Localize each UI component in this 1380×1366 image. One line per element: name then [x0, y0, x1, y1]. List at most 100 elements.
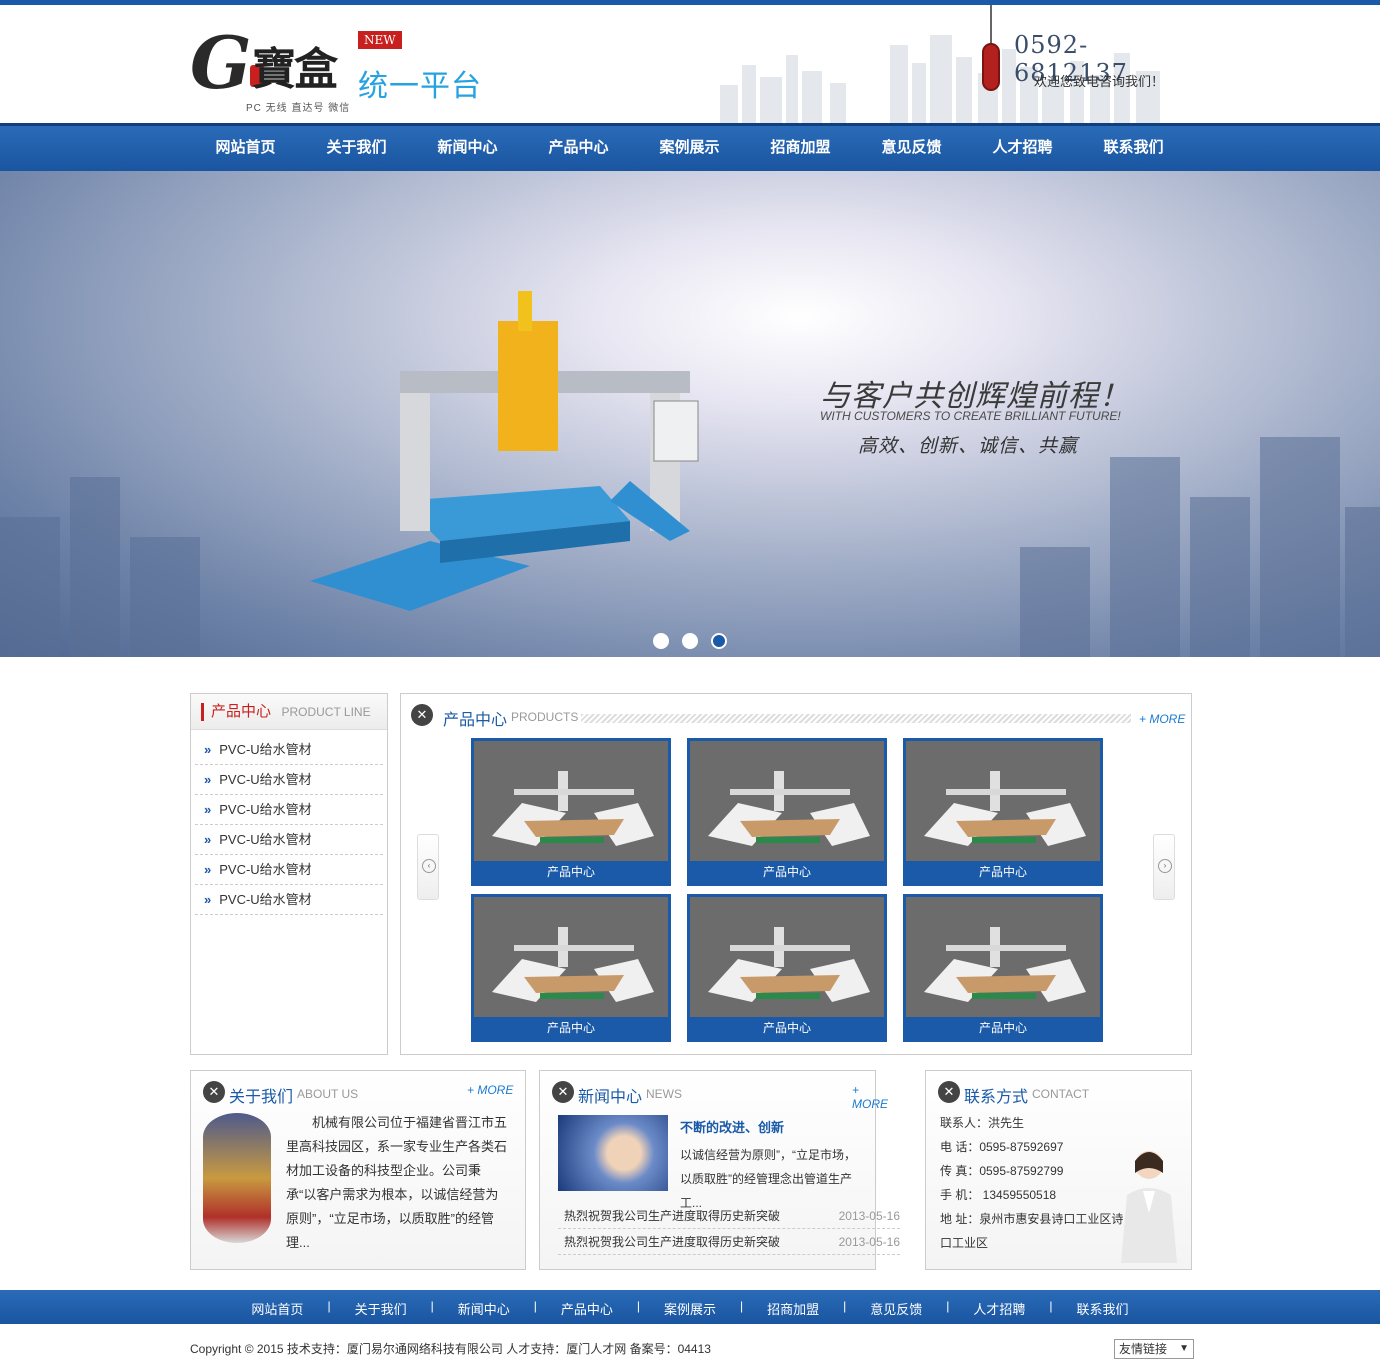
sidebar-item[interactable]: » PVC-U给水管材: [195, 855, 383, 885]
product-caption: 产品中心: [546, 865, 595, 879]
footer-separator: |: [327, 1299, 331, 1313]
nav-jobs[interactable]: 人才招聘: [967, 126, 1078, 170]
new-badge: NEW: [358, 31, 402, 49]
contact-fax: 传 真：0595-87592799: [940, 1164, 1064, 1178]
slide-dot-1[interactable]: [653, 633, 669, 649]
sidebar-item-label: PVC-U给水管材: [219, 892, 312, 907]
stone-cutting-machine-image: [310, 291, 699, 611]
product-caption: 产品中心: [762, 865, 811, 879]
product-card[interactable]: 产品中心: [471, 738, 671, 886]
product-image: [474, 741, 668, 861]
footer-nav-jobs[interactable]: 人才招聘: [973, 1299, 1025, 1318]
site-logo[interactable]: G 寶盒 NEW 统一平台 PC 无线 直达号 微信: [190, 23, 490, 115]
product-image: [906, 897, 1100, 1017]
news-item-date: 2013-05-16: [838, 1209, 900, 1223]
logo-subtitle: PC 无线 直达号 微信: [246, 103, 351, 114]
news-title: 新闻中心: [578, 1089, 643, 1106]
footer-nav-products[interactable]: 产品中心: [561, 1299, 613, 1318]
copyright-text: Copyright © 2015 技术支持：厦门易尔通网络科技有限公司 人才支持…: [190, 1342, 711, 1356]
sidebar-list: » PVC-U给水管材 » PVC-U给水管材 » PVC-U给水管材 » PVC-U给…: [191, 730, 387, 915]
info-boxes: ✕ 关于我们 ABOUT US + MORE 机械有限公司位于福建省晋江市五里高…: [190, 1070, 1192, 1270]
product-card[interactable]: 产品中心: [903, 894, 1103, 1042]
news-box: ✕ 新闻中心 NEWS + MORE 不断的改进、创新 以诚信经营为原则”，“立…: [539, 1070, 900, 1270]
products-title: 产品中心: [443, 712, 508, 729]
featured-news-title[interactable]: 不断的改进、创新: [680, 1117, 784, 1136]
product-card[interactable]: 产品中心: [471, 894, 671, 1042]
contact-mobile: 手 机： 13459550518: [940, 1188, 1057, 1202]
nav-news[interactable]: 新闻中心: [412, 126, 523, 170]
contact-tel: 电 话：0595-87592697: [940, 1140, 1064, 1154]
main-nav: 网站首页 关于我们 新闻中心 产品中心 案例展示 招商加盟 意见反馈 人才招聘 …: [0, 123, 1380, 171]
nav-contact[interactable]: 联系我们: [1078, 126, 1189, 170]
nav-home[interactable]: 网站首页: [190, 126, 301, 170]
nav-about[interactable]: 关于我们: [301, 126, 412, 170]
contact-box: ✕ 联系方式 CONTACT 联系人：洪先生 电 话：0595-87592697…: [925, 1070, 1192, 1270]
product-card[interactable]: 产品中心: [903, 738, 1103, 886]
footer-nav-news[interactable]: 新闻中心: [458, 1299, 510, 1318]
contact-person: 联系人：洪先生: [940, 1116, 1025, 1130]
sidebar-item-label: PVC-U给水管材: [219, 832, 312, 847]
double-chevron-icon: »: [204, 862, 212, 877]
scroll-left-button[interactable]: ‹: [417, 834, 439, 900]
footer-nav-home[interactable]: 网站首页: [251, 1299, 303, 1318]
sidebar-item[interactable]: » PVC-U给水管材: [195, 795, 383, 825]
sidebar-item[interactable]: » PVC-U给水管材: [195, 735, 383, 765]
chevron-right-icon: ›: [1158, 859, 1172, 873]
sidebar-item-label: PVC-U给水管材: [219, 772, 312, 787]
footer-separator: |: [430, 1299, 434, 1313]
friend-links-select[interactable]: 友情链接 ▼: [1114, 1339, 1194, 1359]
slide-dot-3[interactable]: [711, 633, 727, 649]
product-showcase: ✕ 产品中心 PRODUCTS + MORE ‹ › 产品中心 产品中心 产品中…: [400, 693, 1192, 1055]
product-image: [690, 897, 884, 1017]
about-title-en: ABOUT US: [297, 1087, 359, 1101]
product-card[interactable]: 产品中心: [687, 738, 887, 886]
news-item[interactable]: 热烈祝贺我公司生产进度取得历史新突破 2013-05-16: [558, 1203, 900, 1229]
footer-nav-cases[interactable]: 案例展示: [664, 1299, 716, 1318]
footer-separator: |: [946, 1299, 950, 1313]
sidebar-item[interactable]: » PVC-U给水管材: [195, 885, 383, 915]
slide-dot-2[interactable]: [682, 633, 698, 649]
about-box: ✕ 关于我们 ABOUT US + MORE 机械有限公司位于福建省晋江市五里高…: [190, 1070, 526, 1270]
nav-products[interactable]: 产品中心: [523, 126, 634, 170]
tools-icon: ✕: [203, 1081, 225, 1103]
footer-nav-contact[interactable]: 联系我们: [1077, 1299, 1129, 1318]
footer-separator: |: [1049, 1299, 1053, 1313]
footer-nav-franchise[interactable]: 招商加盟: [767, 1299, 819, 1318]
nav-feedback[interactable]: 意见反馈: [856, 126, 967, 170]
sidebar-item[interactable]: » PVC-U给水管材: [195, 765, 383, 795]
footer-separator: |: [740, 1299, 744, 1313]
nav-cases[interactable]: 案例展示: [634, 126, 745, 170]
contact-address: 地 址：泉州市惠安县诗口工业区诗口工业区: [940, 1212, 1124, 1250]
product-card[interactable]: 产品中心: [687, 894, 887, 1042]
double-chevron-icon: »: [204, 802, 212, 817]
chevron-left-icon: ‹: [422, 859, 436, 873]
slide-indicators: [653, 633, 727, 649]
tools-icon: ✕: [552, 1081, 574, 1103]
products-header: ✕ 产品中心 PRODUCTS + MORE: [401, 694, 1191, 736]
hero-banner[interactable]: 与客户共创辉煌前程！ WITH CUSTOMERS TO CREATE BRIL…: [0, 171, 1380, 657]
double-chevron-icon: »: [204, 892, 212, 907]
product-image: [690, 741, 884, 861]
footer-nav-about[interactable]: 关于我们: [355, 1299, 407, 1318]
tools-icon: ✕: [411, 704, 433, 726]
products-more-link[interactable]: + MORE: [1139, 712, 1185, 726]
news-item-title: 热烈祝贺我公司生产进度取得历史新突破: [564, 1209, 781, 1223]
news-item[interactable]: 热烈祝贺我公司生产进度取得历史新突破 2013-05-16: [558, 1229, 900, 1255]
footer-nav-feedback[interactable]: 意见反馈: [870, 1299, 922, 1318]
handshake-image: [558, 1115, 668, 1191]
sidebar-item[interactable]: » PVC-U给水管材: [195, 825, 383, 855]
news-more-link[interactable]: + MORE: [852, 1083, 888, 1111]
product-image: [906, 741, 1100, 861]
contact-details: 联系人：洪先生 电 话：0595-87592697 传 真：0595-87592…: [940, 1111, 1130, 1255]
product-caption: 产品中心: [546, 1021, 595, 1035]
about-title: 关于我们: [229, 1089, 294, 1106]
sidebar-item-label: PVC-U给水管材: [219, 742, 312, 757]
sidebar-item-label: PVC-U给水管材: [219, 862, 312, 877]
scroll-right-button[interactable]: ›: [1153, 834, 1175, 900]
sidebar-item-label: PVC-U给水管材: [219, 802, 312, 817]
contact-title-en: CONTACT: [1032, 1087, 1090, 1101]
logo-letter: G: [190, 20, 252, 105]
about-more-link[interactable]: + MORE: [467, 1083, 513, 1097]
nav-franchise[interactable]: 招商加盟: [745, 126, 856, 170]
banner-slogan: 高效、创新、诚信、共赢: [858, 436, 1079, 457]
